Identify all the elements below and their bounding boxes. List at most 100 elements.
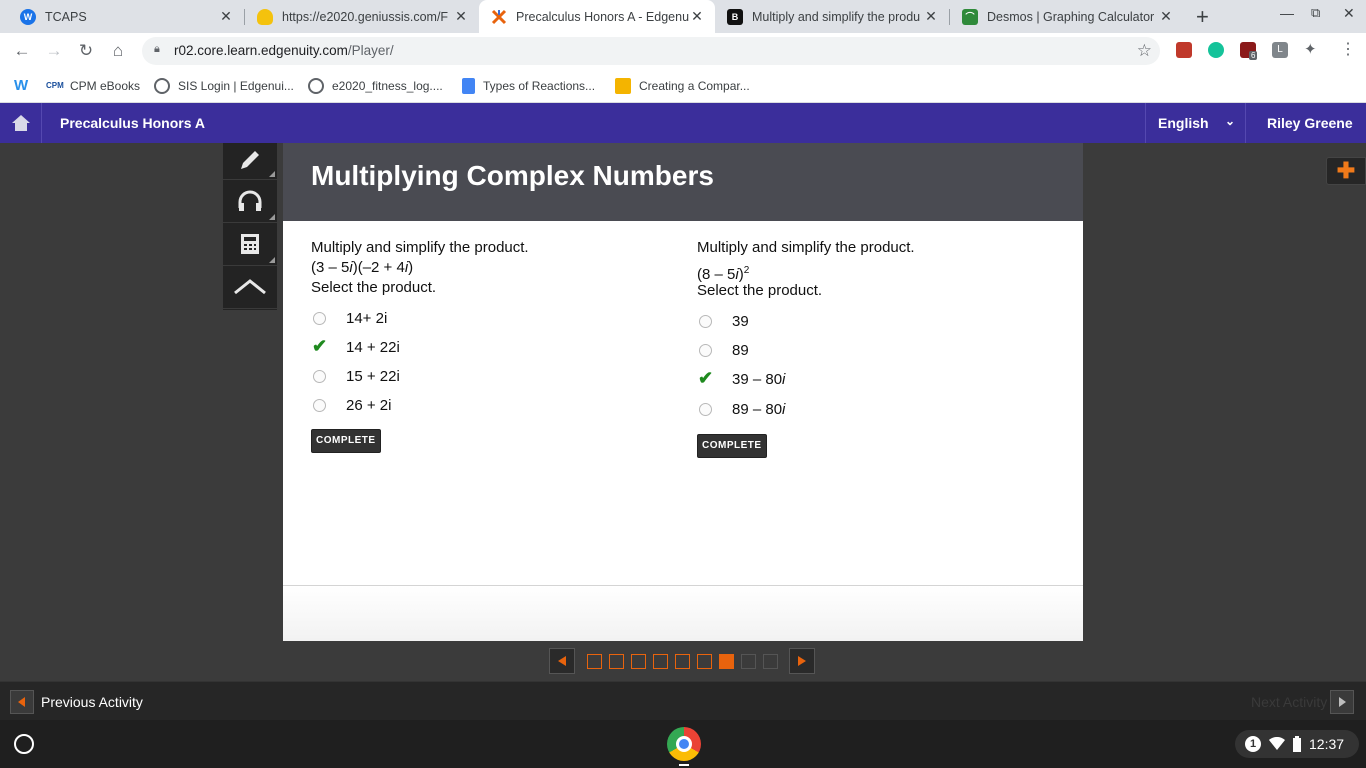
tab-title: Multiply and simplify the produ [752,9,921,24]
close-tab-icon[interactable]: ✕ [923,8,939,25]
launcher-icon[interactable] [14,734,34,754]
answer-option[interactable]: 15 + 22i [311,362,651,391]
page-square[interactable] [763,654,778,669]
bookmarks-bar: W CPM CPM eBooks SIS Login | Edgenui... … [0,69,1366,103]
question-select-text: Select the product. [697,282,823,299]
tool-audio[interactable] [223,180,277,223]
browser-tab-brainly[interactable]: B Multiply and simplify the produ ✕ [715,0,949,33]
next-activity-button[interactable] [1330,690,1354,714]
answer-option-selected[interactable]: ✔ 14 + 22i [311,333,651,362]
plus-tools-button[interactable]: ✚ [1326,157,1366,185]
chrome-icon[interactable] [667,727,701,761]
close-window-icon[interactable]: ✕ [1343,5,1355,22]
checkmark-icon: ✔ [312,336,328,356]
radio-button[interactable] [313,312,326,325]
option-label: 26 + 2i [346,396,392,414]
shield-extension-icon[interactable]: 6 [1240,42,1258,60]
home-icon[interactable]: ⌂ [106,39,130,63]
globe-icon [308,78,324,94]
calculator-icon [241,234,259,254]
page-square[interactable] [741,654,756,669]
bookmark-cpm[interactable]: CPM CPM eBooks [46,76,140,96]
docs-icon [462,78,475,94]
tool-collapse[interactable] [223,266,277,309]
page-square-current[interactable] [719,654,734,669]
edgenuity-icon [491,9,507,25]
close-tab-icon[interactable]: ✕ [453,8,469,25]
browser-toolbar: ← → ↻ ⌂ 🔒︎ r02.core.learn.edgenuity.com/… [0,33,1366,69]
tab-title: https://e2020.geniussis.com/F [282,9,449,24]
radio-button[interactable] [699,344,712,357]
answer-option[interactable]: 89 – 80 i [697,395,1037,425]
bookmark-star-icon[interactable]: ☆ [1137,41,1152,61]
question-1: Multiply and simplify the product. (3 – … [311,238,651,453]
tool-calculator[interactable] [223,223,277,266]
back-icon[interactable]: ← [10,39,34,63]
close-tab-icon[interactable]: ✕ [1158,8,1174,25]
activity-title: Multiplying Complex Numbers [311,160,714,191]
browser-tab-desmos[interactable]: ⌒ Desmos | Graphing Calculator ✕ [950,0,1184,33]
brainly-icon: B [727,8,743,25]
radio-button[interactable] [313,370,326,383]
answer-option[interactable]: 26 + 2i [311,391,651,420]
radio-button[interactable] [699,403,712,416]
tab-title: TCAPS [45,9,87,24]
bookmark-label: SIS Login | Edgenui... [178,79,294,93]
answer-option[interactable]: 14+ 2i [311,304,651,333]
previous-activity-button[interactable] [10,690,34,714]
os-shelf: 1 12:37 [0,720,1366,768]
page-square[interactable] [675,654,690,669]
user-name[interactable]: Riley Greene [1267,115,1353,131]
page-square[interactable] [653,654,668,669]
battery-icon [1293,736,1301,752]
close-tab-icon[interactable]: ✕ [689,8,705,25]
answer-options: 39 89 ✔ 39 – 80 i 89 – 80 i [697,307,1037,425]
answer-option[interactable]: 39 [697,307,1037,336]
bookmark-sis-login[interactable]: SIS Login | Edgenui... [154,76,294,96]
option-label: 14+ 2i [346,309,388,327]
bookmark-label: CPM eBooks [70,79,141,93]
minimize-icon[interactable]: — [1280,5,1294,21]
browser-tab-geniussis[interactable]: https://e2020.geniussis.com/F ✕ [245,0,479,33]
answer-option-selected[interactable]: ✔ 39 – 80 i [697,365,1037,395]
tool-pencil[interactable] [223,140,277,180]
radio-button[interactable] [313,399,326,412]
bookmark-fitness-log[interactable]: e2020_fitness_log.... [308,76,443,96]
bookmark-creating-comparison[interactable]: Creating a Compar... [615,76,750,96]
home-button[interactable] [0,103,42,143]
previous-page-button[interactable] [549,648,575,674]
activity-nav-bar: Previous Activity Next Activity [0,681,1366,720]
checkmark-icon: ✔ [698,368,714,388]
address-bar[interactable]: 🔒︎ r02.core.learn.edgenuity.com/Player/ … [142,37,1160,65]
question-instruction: Multiply and simplify the product. [311,239,529,256]
status-tray[interactable]: 1 12:37 [1235,730,1359,758]
answer-option[interactable]: 89 [697,336,1037,365]
close-tab-icon[interactable]: ✕ [218,8,234,25]
bookmark-types-of-reactions[interactable]: Types of Reactions... [462,76,595,96]
new-tab-icon[interactable]: + [1196,4,1209,30]
previous-activity-label[interactable]: Previous Activity [41,694,143,710]
language-select[interactable]: English ⌄ [1145,103,1246,143]
browser-tab-tcaps[interactable]: W TCAPS ✕ [8,0,244,33]
extension-red-book-icon[interactable] [1176,42,1192,58]
page-square[interactable] [631,654,646,669]
grammarly-icon[interactable] [1208,42,1224,58]
page-square[interactable] [697,654,712,669]
bookmark-weebly[interactable]: W [14,76,38,96]
menu-kebab-icon[interactable]: ⋮ [1340,42,1356,58]
page-square[interactable] [587,654,602,669]
forward-icon[interactable]: → [42,39,66,63]
next-page-button[interactable] [789,648,815,674]
browser-tab-edgenuity[interactable]: Precalculus Honors A - Edgenuit ✕ [479,0,715,33]
extension-l-icon[interactable]: L [1272,42,1288,58]
option-label: 89 [732,341,749,359]
clock: 12:37 [1309,736,1345,752]
restore-icon[interactable]: ⧉ [1311,5,1320,21]
reload-icon[interactable]: ↻ [74,39,98,63]
page-square[interactable] [609,654,624,669]
puzzle-extensions-icon[interactable]: ✦ [1304,42,1320,58]
activity-footer [283,585,1083,641]
radio-button[interactable] [699,315,712,328]
status-badge: COMPLETE [697,434,767,458]
course-title: Precalculus Honors A [60,115,205,131]
